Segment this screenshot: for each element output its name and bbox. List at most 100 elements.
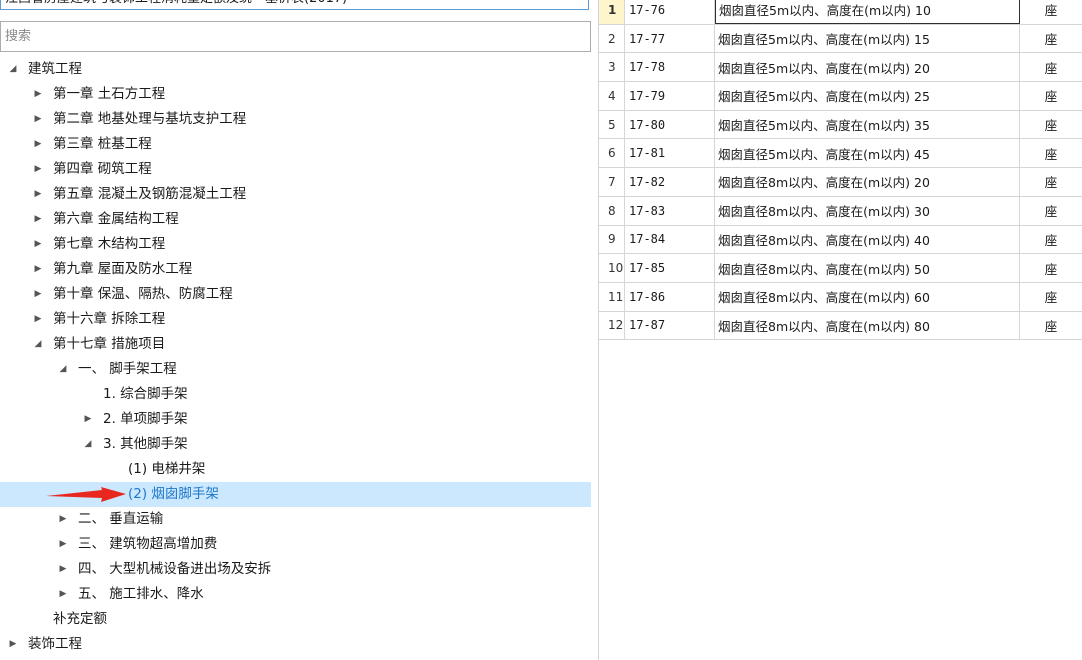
tree-node[interactable]: 1. 综合脚手架 [0,382,591,407]
table-row[interactable]: 5 17-80 烟囱直径5m以内、高度在(m以内) 35 座 [599,110,1082,140]
tree-node[interactable]: ▶ 第六章 金属结构工程 [0,207,591,232]
quota-code[interactable]: 17-82 [625,168,715,196]
tree-node[interactable]: ▶ 第三章 桩基工程 [0,132,591,157]
expand-arrow-icon[interactable]: ▶ [33,207,43,232]
expand-arrow-icon[interactable]: ▶ [83,407,93,432]
collapse-arrow-icon[interactable]: ◢ [83,432,93,457]
quota-unit[interactable]: 座 [1020,226,1082,254]
expand-arrow-icon[interactable]: ▶ [33,232,43,257]
table-row[interactable]: 8 17-83 烟囱直径8m以内、高度在(m以内) 30 座 [599,196,1082,226]
quota-name[interactable]: 烟囱直径5m以内、高度在(m以内) 25 [715,82,1020,110]
expand-arrow-icon[interactable]: ▶ [33,132,43,157]
tree-node[interactable]: ◢ 第十七章 措施项目 [0,332,591,357]
tree-node[interactable]: (1) 电梯井架 [0,457,591,482]
row-index[interactable]: 9 [599,225,625,254]
row-index[interactable]: 11 [599,282,625,311]
quota-unit[interactable]: 座 [1020,25,1082,53]
quota-library-select[interactable]: 江西省房屋建筑与装饰工程消耗量定额及统一基价表(2017) [0,0,589,10]
table-row[interactable]: 6 17-81 烟囱直径5m以内、高度在(m以内) 45 座 [599,139,1082,169]
search-input[interactable] [0,21,591,52]
expand-arrow-icon[interactable]: ▶ [58,582,68,607]
quota-name[interactable]: 烟囱直径8m以内、高度在(m以内) 60 [715,282,1020,311]
row-index[interactable]: 10 [599,254,625,282]
tree-node[interactable]: 补充定额 [0,607,591,632]
row-index[interactable]: 3 [599,53,625,82]
expand-arrow-icon[interactable]: ▶ [58,507,68,532]
row-index[interactable]: 5 [599,110,625,139]
quota-code[interactable]: 17-77 [625,24,715,53]
expand-arrow-icon[interactable]: ▶ [33,307,43,332]
table-row[interactable]: 7 17-82 烟囱直径8m以内、高度在(m以内) 20 座 [599,168,1082,197]
quota-unit[interactable]: 座 [1020,283,1082,311]
table-row[interactable]: 9 17-84 烟囱直径8m以内、高度在(m以内) 40 座 [599,225,1082,255]
quota-code[interactable]: 17-87 [625,311,715,340]
quota-code[interactable]: 17-86 [625,282,715,311]
tree-node[interactable]: ▶ 四、 大型机械设备进出场及安拆 [0,557,591,582]
quota-unit[interactable]: 座 [1020,254,1082,282]
quota-code[interactable]: 17-79 [625,82,715,110]
quota-unit[interactable]: 座 [1020,0,1082,24]
tree-node[interactable]: ◢ 3. 其他脚手架 [0,432,591,457]
table-row[interactable]: 3 17-78 烟囱直径5m以内、高度在(m以内) 20 座 [599,53,1082,83]
quota-code[interactable]: 17-83 [625,196,715,225]
tree-node[interactable]: ▶ 第一章 土石方工程 [0,82,591,107]
collapse-arrow-icon[interactable]: ◢ [33,332,43,357]
tree-node[interactable]: ▶ 第十章 保温、隔热、防腐工程 [0,282,591,307]
row-index[interactable]: 7 [599,168,625,196]
row-index[interactable]: 12 [599,311,625,340]
quota-name[interactable]: 烟囱直径8m以内、高度在(m以内) 30 [715,196,1020,225]
tree-node[interactable]: ▶ 装饰工程 [0,632,591,657]
tree-node[interactable]: ▶ 二、 垂直运输 [0,507,591,532]
tree-node[interactable]: ▶ 三、 建筑物超高增加费 [0,532,591,557]
quota-unit[interactable]: 座 [1020,168,1082,196]
tree-node[interactable]: ▶ 第九章 屋面及防水工程 [0,257,591,282]
expand-arrow-icon[interactable]: ▶ [33,182,43,207]
quota-code[interactable]: 17-78 [625,53,715,82]
quota-name[interactable]: 烟囱直径8m以内、高度在(m以内) 40 [715,225,1020,254]
quota-name[interactable]: 烟囱直径5m以内、高度在(m以内) 15 [715,24,1020,53]
row-index[interactable]: 4 [599,82,625,110]
quota-code[interactable]: 17-85 [625,254,715,282]
quota-unit[interactable]: 座 [1020,53,1082,81]
quota-name[interactable]: 烟囱直径5m以内、高度在(m以内) 20 [715,53,1020,82]
expand-arrow-icon[interactable]: ▶ [33,107,43,132]
quota-unit[interactable]: 座 [1020,197,1082,225]
expand-arrow-icon[interactable]: ▶ [58,532,68,557]
quota-name[interactable]: 烟囱直径5m以内、高度在(m以内) 35 [715,110,1020,139]
expand-arrow-icon[interactable]: ▶ [8,632,18,657]
quota-code[interactable]: 17-76 [625,0,715,24]
tree-node[interactable]: ▶ 2. 单项脚手架 [0,407,591,432]
table-row[interactable]: 11 17-86 烟囱直径8m以内、高度在(m以内) 60 座 [599,282,1082,312]
expand-arrow-icon[interactable]: ▶ [33,282,43,307]
collapse-arrow-icon[interactable]: ◢ [8,57,18,82]
table-row[interactable]: 12 17-87 烟囱直径8m以内、高度在(m以内) 80 座 [599,311,1082,341]
quota-name[interactable]: 烟囱直径8m以内、高度在(m以内) 20 [715,168,1020,196]
tree-node[interactable]: ▶ 第十六章 拆除工程 [0,307,591,332]
expand-arrow-icon[interactable]: ▶ [33,257,43,282]
tree-node[interactable]: ▶ 第四章 砌筑工程 [0,157,591,182]
collapse-arrow-icon[interactable]: ◢ [58,357,68,382]
quota-unit[interactable]: 座 [1020,82,1082,110]
table-row[interactable]: 10 17-85 烟囱直径8m以内、高度在(m以内) 50 座 [599,254,1082,283]
row-index[interactable]: 6 [599,139,625,168]
tree-node[interactable]: ▶ 第五章 混凝土及钢筋混凝土工程 [0,182,591,207]
quota-name[interactable]: 烟囱直径5m以内、高度在(m以内) 10 [715,0,1020,24]
expand-arrow-icon[interactable]: ▶ [58,557,68,582]
quota-unit[interactable]: 座 [1020,111,1082,139]
quota-code[interactable]: 17-80 [625,110,715,139]
tree-node[interactable]: ▶ 五、 施工排水、降水 [0,582,591,607]
expand-arrow-icon[interactable]: ▶ [33,157,43,182]
quota-unit[interactable]: 座 [1020,139,1082,167]
table-row[interactable]: 4 17-79 烟囱直径5m以内、高度在(m以内) 25 座 [599,82,1082,111]
quota-unit[interactable]: 座 [1020,312,1082,340]
quota-code[interactable]: 17-81 [625,139,715,168]
tree-node[interactable]: ◢ 建筑工程 [0,57,591,82]
table-row[interactable]: 2 17-77 烟囱直径5m以内、高度在(m以内) 15 座 [599,24,1082,54]
quota-name[interactable]: 烟囱直径8m以内、高度在(m以内) 50 [715,254,1020,282]
row-index[interactable]: 8 [599,196,625,225]
quota-code[interactable]: 17-84 [625,225,715,254]
quota-name[interactable]: 烟囱直径8m以内、高度在(m以内) 80 [715,311,1020,340]
tree-node[interactable]: ◢ 一、 脚手架工程 [0,357,591,382]
table-row[interactable]: 1 17-76 烟囱直径5m以内、高度在(m以内) 10 座 [599,0,1082,25]
tree-node[interactable]: ▶ 第二章 地基处理与基坑支护工程 [0,107,591,132]
